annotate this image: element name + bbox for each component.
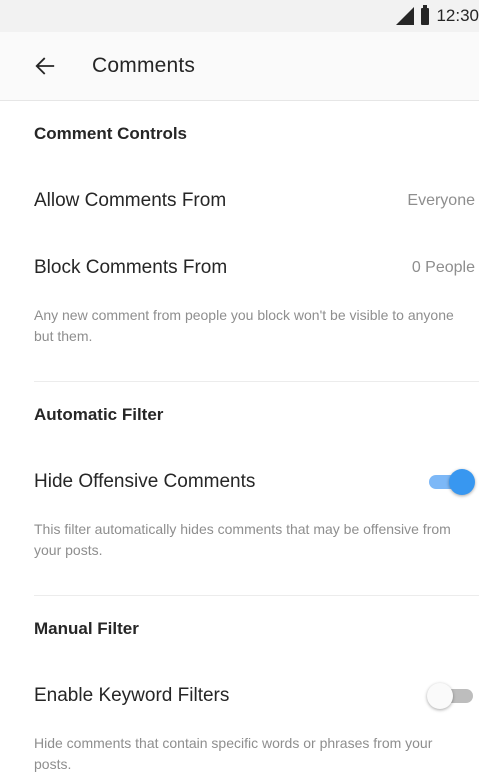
status-bar: 12:30 (0, 0, 479, 32)
automatic-filter-description: This filter automatically hides comments… (34, 521, 451, 558)
hide-offensive-comments-toggle[interactable] (427, 468, 475, 495)
page-title: Comments (92, 54, 196, 77)
section-title-manual-filter: Manual Filter (34, 619, 139, 638)
enable-keyword-filters-row[interactable]: Enable Keyword Filters (0, 662, 479, 729)
toggle-thumb (449, 468, 475, 495)
allow-comments-from-row[interactable]: Allow Comments From Everyone (0, 167, 479, 234)
block-comments-from-row[interactable]: Block Comments From 0 People (0, 234, 479, 301)
allow-comments-from-label: Allow Comments From (34, 189, 227, 211)
section-title-automatic-filter: Automatic Filter (34, 405, 164, 424)
block-comments-from-label: Block Comments From (34, 256, 228, 278)
hide-offensive-comments-row[interactable]: Hide Offensive Comments (0, 448, 479, 515)
comment-controls-section: Comment Controls Allow Comments From Eve… (0, 101, 479, 369)
enable-keyword-filters-toggle[interactable] (427, 682, 475, 709)
manual-filter-description: Hide comments that contain specific word… (34, 735, 433, 772)
app-bar: Comments (0, 32, 479, 101)
arrow-left-icon[interactable] (34, 55, 56, 77)
block-comments-from-value: 0 People (411, 258, 475, 276)
comment-controls-description: Any new comment from people you block wo… (34, 307, 454, 344)
status-time: 12:30 (436, 6, 479, 25)
battery-icon (421, 4, 430, 25)
manual-filter-section: Manual Filter Enable Keyword Filters Hid… (0, 596, 479, 775)
hide-offensive-comments-label: Hide Offensive Comments (34, 470, 256, 492)
enable-keyword-filters-label: Enable Keyword Filters (34, 684, 230, 706)
toggle-thumb (427, 682, 453, 709)
section-title-comment-controls: Comment Controls (34, 124, 187, 143)
allow-comments-from-value: Everyone (407, 191, 475, 209)
signal-icon (396, 7, 415, 25)
automatic-filter-section: Automatic Filter Hide Offensive Comments… (0, 382, 479, 583)
